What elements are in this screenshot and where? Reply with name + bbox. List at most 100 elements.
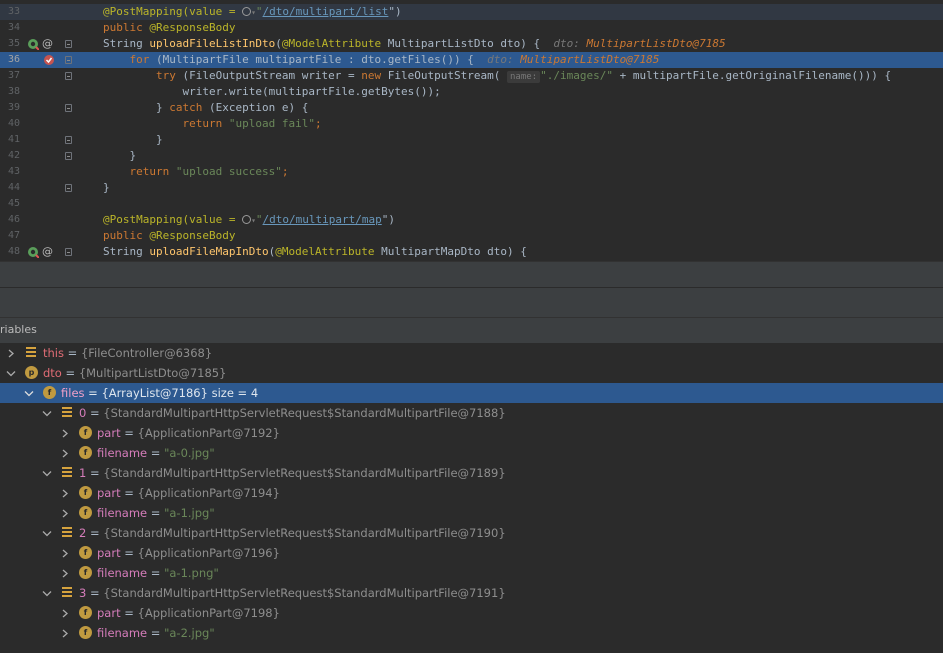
code-text: } catch (Exception e) { [155, 101, 309, 114]
code-line-45[interactable]: 45 [0, 196, 943, 212]
code-text: return "upload fail"; [182, 117, 322, 130]
field-icon: f [79, 426, 92, 439]
chevron-right-icon[interactable] [60, 603, 70, 623]
code-line-38[interactable]: 38 writer.write(multipartFile.getBytes()… [0, 84, 943, 100]
breakpoint-icon[interactable] [43, 54, 55, 66]
code-line-43[interactable]: 43 return "upload success"; [0, 164, 943, 180]
variables-title: riables [0, 323, 37, 336]
code-editor[interactable]: 33 @PostMapping(value = ▾"/dto/multipart… [0, 0, 943, 261]
field-icon: f [79, 546, 92, 559]
chevron-down-icon[interactable] [42, 463, 52, 483]
variable-name: filename [97, 446, 148, 460]
globe-icon[interactable] [242, 215, 252, 224]
variable-name: this [43, 346, 64, 360]
variables-tree[interactable]: this = {FileController@6368} p dto = {Mu… [0, 343, 943, 653]
bean-icon[interactable] [27, 246, 39, 258]
chevron-down-icon[interactable] [42, 523, 52, 543]
line-number: 42 [8, 150, 21, 161]
bean-icon[interactable] [27, 38, 39, 50]
variable-value: {StandardMultipartHttpServletRequest$Sta… [103, 406, 506, 420]
chevron-right-icon[interactable] [60, 423, 70, 443]
object-icon [25, 346, 38, 359]
variable-value: {ApplicationPart@7192} [137, 426, 280, 440]
variable-row-filename[interactable]: f filename = "a-2.jpg" [0, 623, 943, 643]
fold-icon[interactable] [65, 248, 72, 256]
code-text: } [129, 149, 137, 162]
chevron-right-icon[interactable] [60, 503, 70, 523]
variable-row-filename[interactable]: f filename = "a-1.png" [0, 563, 943, 583]
line-number: 34 [8, 22, 21, 33]
code-line-35[interactable]: 35 @ String uploadFileListInDto(@ModelAt… [0, 36, 943, 52]
chevron-down-icon[interactable] [24, 383, 34, 403]
line-number: 47 [8, 230, 21, 241]
fold-icon[interactable] [65, 40, 72, 48]
fold-icon[interactable] [65, 104, 72, 112]
variable-row-filename[interactable]: f filename = "a-1.jpg" [0, 503, 943, 523]
code-line-37[interactable]: 37 try (FileOutputStream writer = new Fi… [0, 68, 943, 84]
code-text: public @ResponseBody [103, 229, 236, 242]
fold-icon[interactable] [65, 136, 72, 144]
fold-icon[interactable] [65, 72, 72, 80]
variable-row-element-1[interactable]: 1 = {StandardMultipartHttpServletRequest… [0, 463, 943, 483]
variable-row-part[interactable]: f part = {ApplicationPart@7194} [0, 483, 943, 503]
code-line-47[interactable]: 47 public @ResponseBody [0, 228, 943, 244]
variable-name: files [61, 386, 85, 400]
code-line-40[interactable]: 40 return "upload fail"; [0, 116, 943, 132]
parameter-icon: p [25, 366, 38, 379]
fold-icon[interactable] [65, 56, 72, 64]
variable-row-filename[interactable]: f filename = "a-0.jpg" [0, 443, 943, 463]
field-icon: f [43, 386, 56, 399]
field-icon: f [79, 606, 92, 619]
fold-icon[interactable] [65, 152, 72, 160]
line-number: 36 [8, 54, 21, 65]
field-icon: f [79, 486, 92, 499]
code-line-39[interactable]: 39 } catch (Exception e) { [0, 100, 943, 116]
variable-value: {FileController@6368} [80, 346, 213, 360]
variable-value: {StandardMultipartHttpServletRequest$Sta… [103, 526, 506, 540]
chevron-right-icon[interactable] [60, 443, 70, 463]
code-line-41[interactable]: 41 } [0, 132, 943, 148]
code-line-33[interactable]: 33 @PostMapping(value = ▾"/dto/multipart… [0, 4, 943, 20]
variable-value: {StandardMultipartHttpServletRequest$Sta… [103, 586, 506, 600]
code-text: writer.write(multipartFile.getBytes()); [182, 85, 441, 98]
chevron-right-icon[interactable] [60, 543, 70, 563]
chevron-right-icon[interactable] [60, 623, 70, 643]
variable-row-part[interactable]: f part = {ApplicationPart@7196} [0, 543, 943, 563]
chevron-down-icon[interactable] [6, 363, 16, 383]
code-line-48[interactable]: 48 @ String uploadFileMapInDto(@ModelAtt… [0, 244, 943, 260]
chevron-right-icon[interactable] [60, 483, 70, 503]
code-line-36-current[interactable]: 36 for (MultipartFile multipartFile : dt… [0, 52, 943, 68]
chevron-right-icon[interactable] [6, 343, 16, 363]
field-icon: f [79, 446, 92, 459]
variable-value: "a-1.png" [164, 566, 219, 580]
code-text: String uploadFileMapInDto(@ModelAttribut… [103, 245, 527, 258]
variable-row-this[interactable]: this = {FileController@6368} [0, 343, 943, 363]
variable-row-part[interactable]: f part = {ApplicationPart@7198} [0, 603, 943, 623]
variable-row-element-0[interactable]: 0 = {StandardMultipartHttpServletRequest… [0, 403, 943, 423]
variable-row-part[interactable]: f part = {ApplicationPart@7192} [0, 423, 943, 443]
line-number: 39 [8, 102, 21, 113]
globe-icon[interactable] [242, 7, 252, 16]
variable-row-dto[interactable]: p dto = {MultipartListDto@7185} [0, 363, 943, 383]
object-icon [61, 466, 74, 479]
at-icon[interactable]: @ [42, 36, 53, 52]
variable-name: dto [43, 366, 62, 380]
variable-value: {ArrayList@7186} size = 4 [101, 386, 259, 400]
code-line-34[interactable]: 34 public @ResponseBody [0, 20, 943, 36]
variable-row-element-2[interactable]: 2 = {StandardMultipartHttpServletRequest… [0, 523, 943, 543]
chevron-down-icon[interactable] [42, 583, 52, 603]
code-line-44[interactable]: 44 } [0, 180, 943, 196]
variable-row-files[interactable]: f files = {ArrayList@7186} size = 4 [0, 383, 943, 403]
code-line-42[interactable]: 42 } [0, 148, 943, 164]
chevron-down-icon[interactable] [42, 403, 52, 423]
chevron-right-icon[interactable] [60, 563, 70, 583]
line-number: 44 [8, 182, 21, 193]
panel-splitter[interactable] [0, 261, 943, 288]
code-line-46[interactable]: 46 @PostMapping(value = ▾"/dto/multipart… [0, 212, 943, 228]
field-icon: f [79, 506, 92, 519]
at-icon[interactable]: @ [42, 244, 53, 260]
variable-name: part [97, 546, 121, 560]
variable-row-element-3[interactable]: 3 = {StandardMultipartHttpServletRequest… [0, 583, 943, 603]
line-number: 41 [8, 134, 21, 145]
fold-icon[interactable] [65, 184, 72, 192]
